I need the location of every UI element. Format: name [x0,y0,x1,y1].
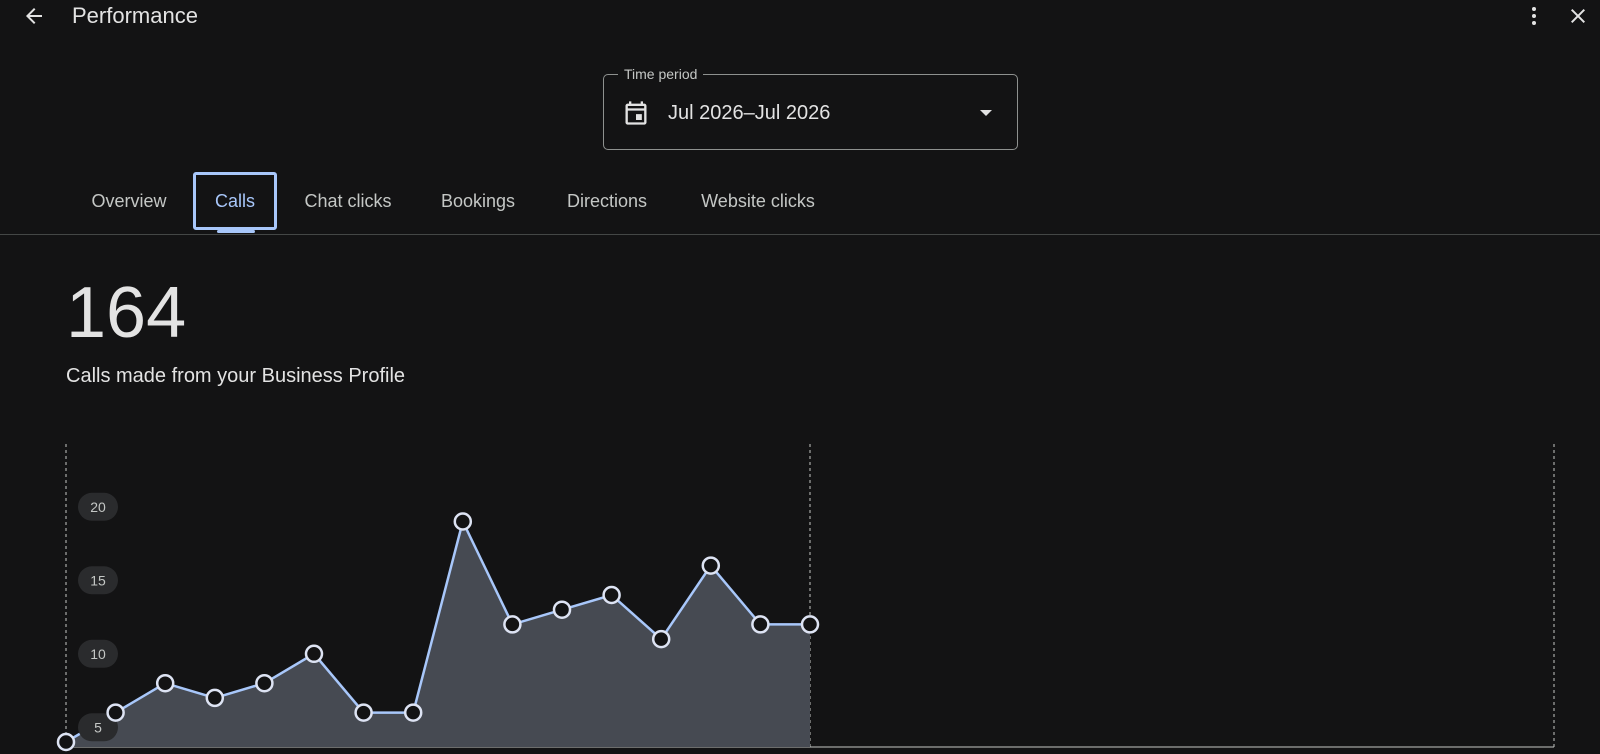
time-period-select[interactable]: Time period Jul 2026–Jul 2026 [603,65,1018,150]
close-button[interactable] [1562,2,1594,30]
data-point[interactable] [552,600,572,619]
data-point[interactable] [155,673,175,693]
data-point[interactable] [403,703,423,722]
data-point[interactable] [354,703,373,722]
data-point[interactable] [106,703,125,722]
data-point[interactable] [205,688,225,708]
metric-description: Calls made from your Business Profile [66,365,406,387]
tab-website-clicks[interactable]: Website clicks [684,172,832,230]
calls-area [66,521,810,747]
tab-overview[interactable]: Overview [78,172,180,230]
tab-bookings[interactable]: Bookings [427,172,529,230]
caret-down-icon [980,110,992,116]
y-tick: 15 [78,566,118,595]
more-vert-icon [1532,7,1536,25]
tab-directions[interactable]: Directions [552,172,662,230]
tab-bar: Overview Calls Chat clicks Bookings Dire… [0,172,1600,235]
y-tick-label: 10 [90,646,106,662]
close-icon [1571,9,1585,23]
top-bar: Performance [0,0,1600,34]
tab-chat-clicks[interactable]: Chat clicks [290,172,406,230]
data-point[interactable] [602,585,621,605]
data-point[interactable] [651,629,671,649]
arrow-back-icon [26,8,42,24]
time-period-label: Time period [618,65,704,83]
data-point[interactable] [751,615,770,634]
data-point[interactable] [453,512,473,531]
y-tick-label: 5 [94,719,102,735]
page-title: Performance [72,3,198,28]
data-point[interactable] [503,615,522,634]
y-tick-label: 15 [90,572,106,588]
y-tick: 20 [78,492,118,521]
y-tick-label: 20 [90,499,106,515]
y-tick: 10 [78,639,118,668]
data-point[interactable] [255,673,274,693]
calls-chart: 20 15 10 5 [56,444,1555,752]
data-point[interactable] [800,615,820,634]
calendar-icon [625,101,647,125]
data-point[interactable] [304,644,324,664]
data-point[interactable] [56,732,76,752]
active-tab-indicator [217,230,255,233]
back-button[interactable] [18,2,50,30]
tab-calls[interactable]: Calls [193,172,277,230]
more-options-button[interactable] [1518,2,1550,30]
time-period-value: Jul 2026–Jul 2026 [668,102,831,124]
data-point[interactable] [701,556,721,575]
total-count: 164 [66,273,187,353]
